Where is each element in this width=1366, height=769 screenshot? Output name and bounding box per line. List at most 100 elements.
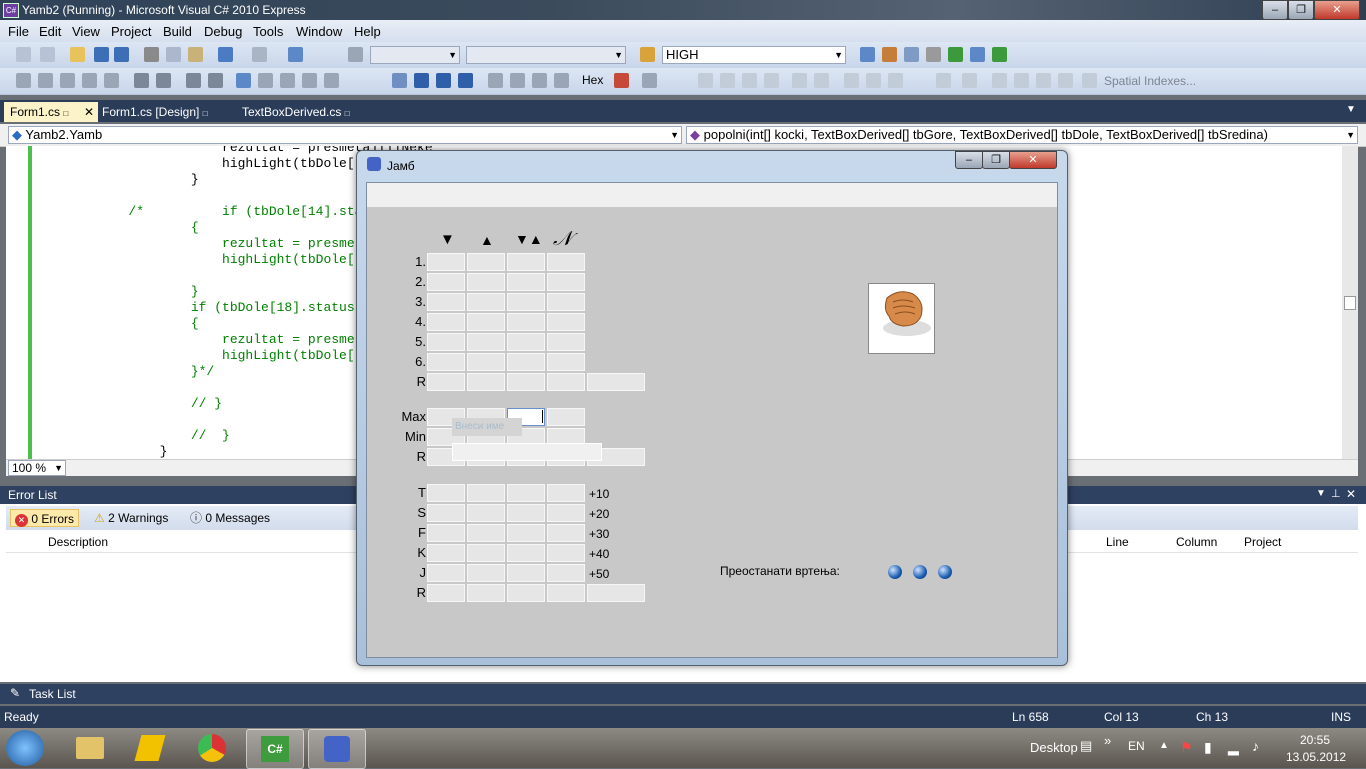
prev-bookmark-icon[interactable] xyxy=(258,73,273,88)
score-cell[interactable] xyxy=(507,353,545,371)
score-cell[interactable] xyxy=(467,504,505,522)
toolbar-expand-icon[interactable]: » xyxy=(1104,733,1111,748)
uncomment-icon[interactable] xyxy=(208,73,223,88)
column-icon[interactable] xyxy=(720,73,735,88)
relationship-icon[interactable] xyxy=(844,73,859,88)
column-column[interactable]: Column xyxy=(1176,535,1217,549)
member-dropdown[interactable]: ◆ popolni(int[] kocki, TextBoxDerived[] … xyxy=(686,126,1358,144)
warnings-filter-button[interactable]: ⚠ 2 Warnings xyxy=(90,509,172,527)
tab-form1-cs[interactable]: Form1.cs □ ✕ xyxy=(4,102,98,122)
sql-icon[interactable] xyxy=(814,73,829,88)
copy-icon[interactable] xyxy=(166,47,181,62)
score-cell[interactable] xyxy=(547,584,585,602)
platform-combo[interactable]: ▼ xyxy=(466,46,626,64)
taskbar-visual-csharp[interactable]: C# xyxy=(246,729,304,769)
pin-icon[interactable]: ⊥ xyxy=(1331,487,1341,500)
yamb-close-button[interactable]: ✕ xyxy=(1009,151,1057,169)
add-item-icon[interactable] xyxy=(40,47,55,62)
score-cell[interactable] xyxy=(547,484,585,502)
toolbar-menu-icon[interactable]: ▤ xyxy=(1080,738,1092,754)
break-all-icon[interactable] xyxy=(414,73,429,88)
restart-icon[interactable] xyxy=(458,73,473,88)
score-cell[interactable] xyxy=(547,293,585,311)
score-cell[interactable] xyxy=(427,584,465,602)
show-hidden-icons[interactable]: ▲ xyxy=(1159,740,1169,751)
score-cell[interactable] xyxy=(467,524,505,542)
key-icon[interactable] xyxy=(792,73,807,88)
score-cell[interactable] xyxy=(507,544,545,562)
menu-file[interactable]: File xyxy=(8,24,29,39)
change-type-icon[interactable] xyxy=(1058,73,1073,88)
generate-script-icon[interactable] xyxy=(936,73,951,88)
score-cell[interactable] xyxy=(547,333,585,351)
taskbar-yamb-app[interactable] xyxy=(308,729,366,769)
extension-manager-icon[interactable] xyxy=(970,47,985,62)
messages-filter-button[interactable]: ⓘ 0 Messages xyxy=(186,509,274,527)
hex-toggle[interactable]: Hex xyxy=(582,73,603,87)
score-cell[interactable] xyxy=(427,524,465,542)
yamb-minimize-button[interactable]: – xyxy=(955,151,983,169)
score-cell[interactable] xyxy=(427,353,465,371)
score-cell[interactable] xyxy=(507,484,545,502)
step-out-icon[interactable] xyxy=(554,73,569,88)
action-center-icon[interactable]: ⚑ xyxy=(1180,739,1193,756)
restore-button[interactable]: ❐ xyxy=(1288,0,1314,20)
type-dropdown[interactable]: ◆ Yamb2.Yamb ▼ xyxy=(8,126,682,144)
align-center-icon[interactable] xyxy=(156,73,171,88)
next-bookmark-icon[interactable] xyxy=(280,73,295,88)
output-window-icon[interactable] xyxy=(992,47,1007,62)
redo-icon[interactable] xyxy=(252,47,267,62)
close-panel-icon[interactable]: ✕ xyxy=(1346,487,1356,501)
fulltext-icon[interactable] xyxy=(1014,73,1029,88)
spatial-index-icon[interactable] xyxy=(1082,73,1097,88)
start-button[interactable] xyxy=(6,730,44,766)
score-cell[interactable] xyxy=(547,408,585,426)
menu-view[interactable]: View xyxy=(72,24,100,39)
show-next-statement-icon[interactable] xyxy=(488,73,503,88)
column-project[interactable]: Project xyxy=(1244,535,1281,549)
solution-explorer-icon[interactable] xyxy=(860,47,875,62)
start-page-icon[interactable] xyxy=(948,47,963,62)
score-cell[interactable] xyxy=(507,504,545,522)
format-icon[interactable] xyxy=(104,73,119,88)
score-cell[interactable] xyxy=(547,273,585,291)
stop-debugging-icon[interactable] xyxy=(436,73,451,88)
step-into-icon[interactable] xyxy=(510,73,525,88)
menu-help[interactable]: Help xyxy=(354,24,381,39)
score-cell[interactable] xyxy=(467,313,505,331)
score-cell[interactable] xyxy=(507,584,545,602)
cut-icon[interactable] xyxy=(144,47,159,62)
score-cell[interactable] xyxy=(467,564,505,582)
clock-time[interactable]: 20:55 xyxy=(1300,733,1330,747)
open-file-icon[interactable] xyxy=(70,47,85,62)
network-icon[interactable]: ▂ xyxy=(1228,739,1239,756)
menu-tools[interactable]: Tools xyxy=(253,24,283,39)
minimize-button[interactable]: – xyxy=(1262,0,1288,20)
score-cell[interactable] xyxy=(547,564,585,582)
zoom-combo[interactable]: 100 % ▼ xyxy=(8,460,66,476)
score-cell[interactable] xyxy=(507,273,545,291)
bookmark-window-icon[interactable] xyxy=(324,73,339,88)
score-cell[interactable] xyxy=(547,313,585,331)
vertical-scrollbar[interactable] xyxy=(1342,146,1358,460)
toolbox-icon[interactable] xyxy=(926,47,941,62)
score-cell[interactable] xyxy=(467,273,505,291)
score-cell[interactable] xyxy=(507,293,545,311)
score-cell[interactable] xyxy=(467,373,505,391)
continue-icon[interactable] xyxy=(392,73,407,88)
score-cell[interactable] xyxy=(507,373,545,391)
constraint-icon[interactable] xyxy=(888,73,903,88)
volume-icon[interactable]: ♪ xyxy=(1252,738,1259,754)
spatial-indexes-button[interactable]: Spatial Indexes... xyxy=(1104,74,1196,88)
paste-icon[interactable] xyxy=(188,47,203,62)
tab-textboxderived[interactable]: TextBoxDerived.cs □ xyxy=(236,102,356,122)
breakpoints-icon[interactable] xyxy=(614,73,629,88)
score-cell[interactable] xyxy=(507,253,545,271)
score-cell[interactable] xyxy=(427,504,465,522)
score-cell[interactable] xyxy=(427,313,465,331)
menu-debug[interactable]: Debug xyxy=(204,24,242,39)
new-project-icon[interactable] xyxy=(16,47,31,62)
score-cell[interactable] xyxy=(427,484,465,502)
menu-project[interactable]: Project xyxy=(111,24,151,39)
score-cell[interactable] xyxy=(467,353,505,371)
